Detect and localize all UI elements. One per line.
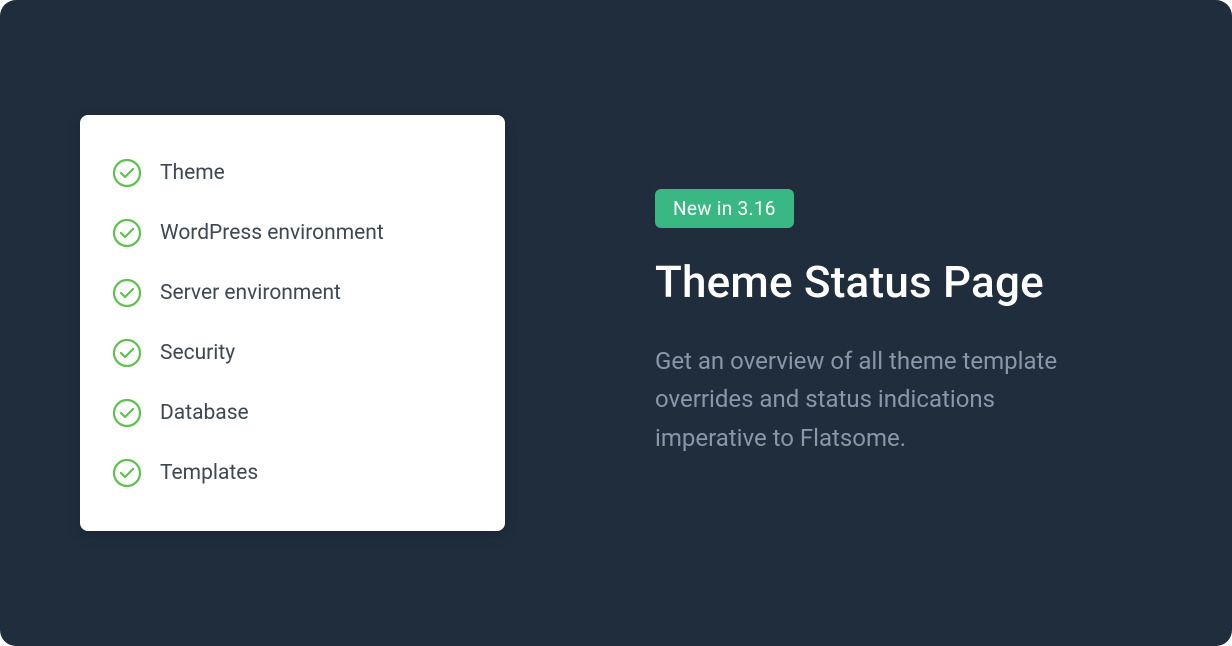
status-item-server-environment: Server environment — [112, 263, 473, 323]
status-item-wordpress-environment: WordPress environment — [112, 203, 473, 263]
feature-panel: Theme WordPress environment Server envir… — [0, 0, 1232, 646]
check-circle-icon — [112, 218, 142, 248]
check-circle-icon — [112, 158, 142, 188]
status-label: Database — [160, 401, 249, 425]
status-item-database: Database — [112, 383, 473, 443]
status-label: Theme — [160, 161, 225, 185]
version-badge: New in 3.16 — [655, 189, 794, 228]
status-label: Templates — [160, 461, 258, 485]
check-circle-icon — [112, 398, 142, 428]
feature-description: Get an overview of all theme template ov… — [655, 342, 1085, 457]
feature-title: Theme Status Page — [655, 256, 1152, 308]
status-label: Security — [160, 341, 235, 365]
check-circle-icon — [112, 458, 142, 488]
status-card: Theme WordPress environment Server envir… — [80, 115, 505, 531]
status-label: WordPress environment — [160, 221, 384, 245]
status-item-templates: Templates — [112, 443, 473, 503]
status-item-theme: Theme — [112, 143, 473, 203]
status-label: Server environment — [160, 281, 341, 305]
check-circle-icon — [112, 338, 142, 368]
status-item-security: Security — [112, 323, 473, 383]
check-circle-icon — [112, 278, 142, 308]
feature-content: New in 3.16 Theme Status Page Get an ove… — [655, 189, 1152, 457]
